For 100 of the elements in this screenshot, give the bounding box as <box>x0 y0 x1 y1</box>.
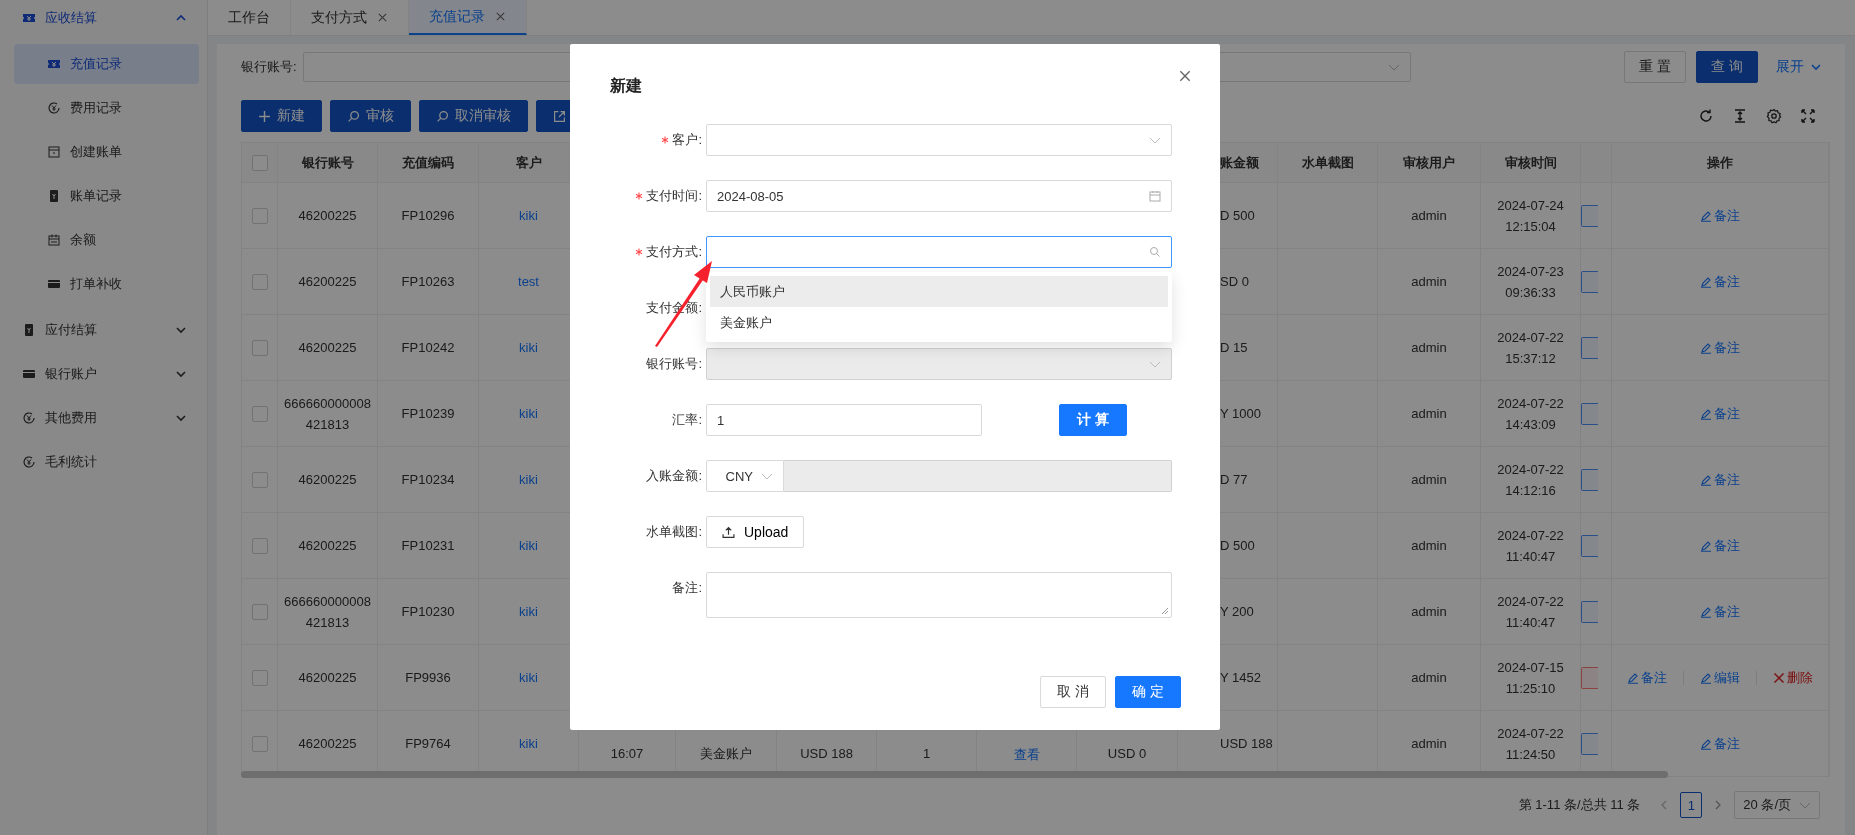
settings-icon[interactable] <box>1766 108 1782 124</box>
table-cell-text: Y 1452 <box>1220 669 1261 687</box>
sidebar-item[interactable]: 创建账单 <box>14 132 199 172</box>
sidebar-group[interactable]: 银行账户 <box>0 352 207 396</box>
tab[interactable]: 工作台 <box>208 0 291 35</box>
dropdown-option[interactable]: 美金账户 <box>710 307 1168 338</box>
expand-link[interactable]: 展开 <box>1768 51 1830 83</box>
new-button[interactable]: 新建 <box>241 100 322 132</box>
table-cell-text: 2024-07-22 14:12:16 <box>1496 460 1565 500</box>
customer-link[interactable]: kiki <box>519 670 538 685</box>
sidebar-group[interactable]: 其他费用 <box>0 396 207 440</box>
sidebar-group[interactable]: 应付结算 <box>0 308 207 352</box>
checkbox[interactable] <box>251 154 268 171</box>
column-header: 审核用户 <box>1403 153 1455 172</box>
checkbox[interactable] <box>251 471 268 488</box>
upload-button[interactable]: Upload <box>706 516 805 548</box>
query-button[interactable]: 查 询 <box>1696 51 1758 83</box>
fullscreen-icon[interactable] <box>1800 108 1816 124</box>
pencil-icon <box>1700 671 1712 684</box>
note-link[interactable]: 备注 <box>1700 734 1740 753</box>
table-cell-text: 2024-07-22 14:43:09 <box>1496 394 1565 434</box>
sidebar-item[interactable]: 账单记录 <box>14 176 199 216</box>
input-field[interactable]: 1 <box>706 404 982 436</box>
sidebar-item[interactable]: 打单补收 <box>14 264 199 304</box>
select-field[interactable] <box>706 124 1172 156</box>
customer-link[interactable]: kiki <box>519 736 538 751</box>
table-cell-text: 2024-07-24 12:15:04 <box>1496 196 1565 236</box>
customer-link[interactable]: kiki <box>519 340 538 355</box>
checkbox[interactable] <box>251 273 268 290</box>
close-icon[interactable] <box>1178 69 1192 83</box>
delete-link[interactable]: 删除 <box>1773 668 1813 687</box>
dropdown-option[interactable]: 人民币账户 <box>710 276 1168 307</box>
note-link[interactable]: 备注 <box>1700 536 1740 555</box>
note-link[interactable]: 备注 <box>1700 470 1740 489</box>
amount-field[interactable] <box>784 460 1172 492</box>
checkbox[interactable] <box>251 339 268 356</box>
form-label: 汇率: <box>672 411 702 429</box>
checkbox[interactable] <box>251 207 268 224</box>
checkbox[interactable] <box>251 669 268 686</box>
checkbox[interactable] <box>251 735 268 752</box>
table-cell-text: 2024-07-22 11:40:47 <box>1496 592 1565 632</box>
customer-link[interactable]: kiki <box>519 406 538 421</box>
table-cell-text: admin <box>1411 669 1447 687</box>
table-cell-text: 美金账户 <box>700 745 752 763</box>
pencil-icon <box>1700 407 1712 420</box>
form-label: 支付时间: <box>646 187 702 205</box>
sidebar-group[interactable]: 应收结算 <box>0 0 207 36</box>
search-select-field[interactable] <box>706 236 1172 268</box>
table-cell-text: 2024-07-23 09:36:33 <box>1496 262 1565 302</box>
table-cell-text: FP10296 <box>401 207 455 225</box>
pencil-icon <box>1700 209 1712 222</box>
table-cell-text: admin <box>1411 603 1447 621</box>
note-link[interactable]: 备注 <box>1700 602 1740 621</box>
table-cell-text: 46200225 <box>297 669 358 687</box>
table-cell-text: admin <box>1411 471 1447 489</box>
sidebar-item[interactable]: 费用记录 <box>14 88 199 128</box>
close-icon[interactable] <box>377 12 388 23</box>
textarea-field[interactable] <box>706 572 1172 618</box>
edit-link[interactable]: 编辑 <box>1700 668 1740 687</box>
table-cell-text: FP10239 <box>401 405 455 423</box>
table-cell-text: D 500 <box>1220 537 1255 555</box>
note-link[interactable]: 备注 <box>1700 338 1740 357</box>
page-button[interactable]: 1 <box>1680 792 1703 818</box>
audit-button[interactable]: 审核 <box>330 100 411 132</box>
chevron-down-icon <box>1810 61 1822 73</box>
checkbox[interactable] <box>251 603 268 620</box>
note-link[interactable]: 备注 <box>1627 668 1667 687</box>
sidebar-item[interactable]: 余额 <box>14 220 199 260</box>
table-cell-text: FP10231 <box>401 537 455 555</box>
customer-link[interactable]: test <box>518 274 539 289</box>
sidebar-item[interactable]: 充值记录 <box>14 44 199 84</box>
customer-link[interactable]: kiki <box>519 472 538 487</box>
table-cell-text: D 500 <box>1220 207 1255 225</box>
customer-link[interactable]: kiki <box>519 538 538 553</box>
reload-icon[interactable] <box>1698 108 1714 124</box>
cancel-button[interactable]: 取 消 <box>1040 676 1107 708</box>
table-cell-text: D 77 <box>1220 471 1248 489</box>
table-cell-text: 2024-07-22 11:40:47 <box>1496 526 1565 566</box>
checkbox[interactable] <box>251 405 268 422</box>
close-icon[interactable] <box>495 11 506 22</box>
tab[interactable]: 充值记录 <box>409 0 527 35</box>
table-cell-text: 2024-07-22 11:24:50 <box>1496 724 1565 764</box>
view-link[interactable]: 查看 <box>1013 746 1040 764</box>
note-link[interactable]: 备注 <box>1700 206 1740 225</box>
upload-icon <box>722 525 735 539</box>
page-size-select[interactable]: 20 条/页 <box>1734 791 1820 819</box>
currency-select[interactable]: CNY <box>706 460 784 492</box>
reset-button[interactable]: 重 置 <box>1624 51 1687 83</box>
sidebar-group[interactable]: 毛利统计 <box>0 440 207 484</box>
horizontal-scrollbar[interactable] <box>241 771 1668 778</box>
note-link[interactable]: 备注 <box>1700 404 1740 423</box>
audit-button[interactable]: 取消审核 <box>419 100 528 132</box>
confirm-button[interactable]: 确 定 <box>1115 676 1181 708</box>
column-height-icon[interactable] <box>1732 108 1748 124</box>
customer-link[interactable]: kiki <box>519 208 538 223</box>
customer-link[interactable]: kiki <box>519 604 538 619</box>
date-field[interactable]: 2024-08-05 <box>706 180 1172 212</box>
note-link[interactable]: 备注 <box>1700 272 1740 291</box>
checkbox[interactable] <box>251 537 268 554</box>
calculate-button[interactable]: 计 算 <box>1059 404 1127 436</box>
